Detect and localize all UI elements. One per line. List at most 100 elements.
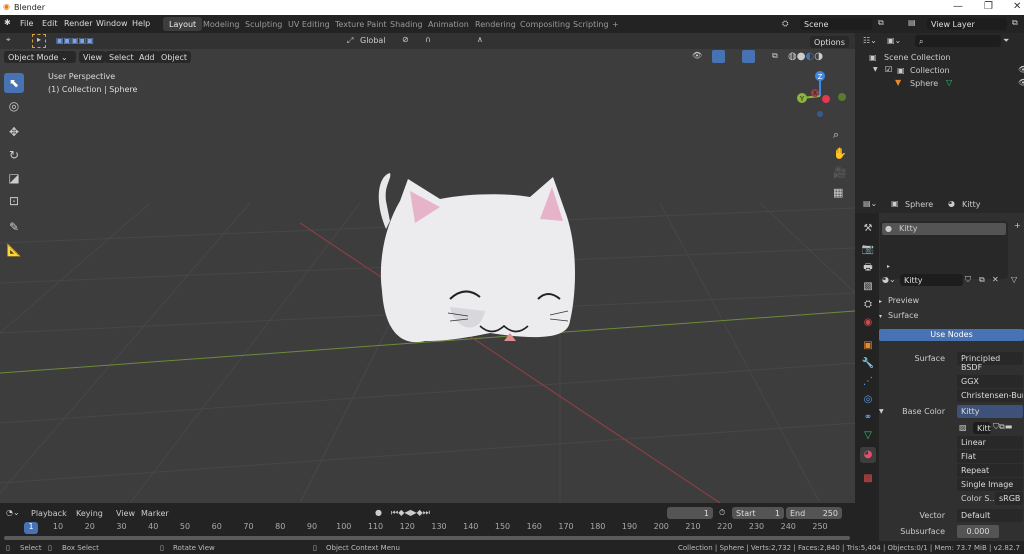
ortho-grid-icon[interactable]: ▦ <box>833 186 843 199</box>
orientation-dropdown[interactable]: Global <box>360 36 386 45</box>
selection-mode-icons[interactable]: ▣▣▣▣▣ <box>56 36 94 45</box>
color-space-dropdown[interactable]: sRGB <box>995 492 1023 505</box>
menu-window[interactable]: Window <box>96 19 128 28</box>
measure-tool-icon[interactable]: 📐 <box>4 240 24 260</box>
physics-tab-icon[interactable]: ◎ <box>860 392 876 408</box>
menu-edit[interactable]: Edit <box>42 19 58 28</box>
playhead[interactable]: 1 <box>24 522 38 534</box>
list-expand-icon[interactable]: ▸ <box>887 263 890 270</box>
zoom-icon[interactable]: ⌕ <box>833 128 839 142</box>
outliner-search-input[interactable]: ⌕ <box>915 35 1001 47</box>
duplicate-material-icon[interactable]: ⧉ <box>979 275 985 285</box>
menu-render[interactable]: Render <box>64 19 92 28</box>
distribution-dropdown[interactable]: GGX <box>957 375 1023 388</box>
link-dropdown-icon[interactable]: ▽ <box>1011 275 1017 284</box>
proportional-edit-icon[interactable]: ∧ <box>477 35 483 44</box>
3d-viewport[interactable]: ⌖ ▸ ▣▣▣▣▣ ⤢ Global ⊘ ∩ ∧ Object Mode ⌄ V… <box>0 33 855 503</box>
vector-input[interactable]: Default <box>957 509 1023 522</box>
scene-field[interactable]: Scene <box>800 18 872 30</box>
menu-keying[interactable]: Keying <box>76 509 103 518</box>
collection-checkbox[interactable]: ☑ <box>885 65 892 74</box>
close-button[interactable]: ✕ <box>1013 1 1021 12</box>
new-scene-icon[interactable]: ⧉ <box>878 18 884 28</box>
annotate-tool-icon[interactable]: ✎ <box>4 217 24 237</box>
mode-dropdown[interactable]: Object Mode ⌄ <box>4 51 76 63</box>
overlay-toggle-icon[interactable] <box>742 50 755 63</box>
collection-label[interactable]: Collection <box>910 66 950 75</box>
unlink-material-icon[interactable]: ✕ <box>992 275 999 284</box>
material-slot-item[interactable]: ● Kitty <box>882 223 1006 235</box>
current-frame-field[interactable]: 1 <box>667 507 713 519</box>
transform-pivot-icon[interactable]: ⌖ <box>6 35 11 45</box>
timeline-editor-icon[interactable]: ◔⌄ <box>6 508 20 517</box>
filter-view-icon[interactable]: ▣⌄ <box>887 36 901 45</box>
blender-menu-icon[interactable]: ✱ <box>4 18 11 27</box>
image-actions-icons[interactable]: ⛉⧉▬ <box>993 422 1012 432</box>
subsurface-value-field[interactable]: 0.000 <box>957 525 999 538</box>
end-frame-field[interactable]: End 250 <box>786 507 842 519</box>
snap-icon[interactable]: ∩ <box>425 35 431 44</box>
xray-icon[interactable]: ⧉ <box>772 51 778 61</box>
playback-controls[interactable]: ⏮◆◀▶◆⏭ <box>391 508 430 518</box>
collection-visibility-icon[interactable]: 👁 <box>1018 65 1024 74</box>
start-frame-field[interactable]: Start 1 <box>732 507 784 519</box>
camera-view-icon[interactable]: 🎥 <box>833 166 847 179</box>
add-workspace-button[interactable]: + <box>606 17 625 31</box>
menu-timeline-view[interactable]: View <box>116 509 135 518</box>
base-color-expand-icon[interactable]: ▼ <box>879 408 884 415</box>
surface-panel-header[interactable]: Surface <box>888 311 918 320</box>
expand-collection-icon[interactable]: ▼ <box>873 66 878 73</box>
minimize-button[interactable]: — <box>953 1 963 12</box>
tab-uv-editing[interactable]: UV Editing <box>282 17 336 31</box>
pivot-point-icon[interactable]: ⊘ <box>402 35 409 44</box>
add-slot-button[interactable]: + <box>1014 221 1021 230</box>
editor-type-icon[interactable]: ▤⌄ <box>863 199 877 208</box>
image-browse-icon[interactable]: ▨ <box>959 423 967 432</box>
menu-marker[interactable]: Marker <box>141 509 169 518</box>
cursor-tool-icon[interactable]: ◎ <box>4 96 24 116</box>
menu-view[interactable]: View <box>79 51 106 63</box>
extension-dropdown[interactable]: Repeat <box>957 464 1023 477</box>
sphere-object-label[interactable]: Sphere <box>910 79 938 88</box>
filter-icon[interactable]: ⏷ <box>1003 36 1009 46</box>
mesh-data-icon[interactable]: ▽ <box>946 78 952 87</box>
gizmo-toggle-icon[interactable] <box>712 50 725 63</box>
surface-shader-dropdown[interactable]: Principled BSDF <box>957 352 1023 372</box>
world-tab-icon[interactable]: ◉ <box>860 315 876 331</box>
scale-tool-icon[interactable]: ◪ <box>4 168 24 188</box>
tab-animation[interactable]: Animation <box>422 17 475 31</box>
menu-file[interactable]: File <box>20 19 33 28</box>
tool-tab-icon[interactable]: ⚒ <box>860 221 876 237</box>
material-tab-icon[interactable]: ◕ <box>860 447 876 463</box>
menu-object[interactable]: Object <box>157 51 192 63</box>
output-tab-icon[interactable]: 🖶 <box>860 260 876 276</box>
timeline-scrollbar[interactable] <box>4 536 850 540</box>
scene-collection-label[interactable]: Scene Collection <box>884 53 951 62</box>
texture-tab-icon[interactable]: ▩ <box>860 471 876 487</box>
source-dropdown[interactable]: Single Image <box>957 478 1023 491</box>
preview-panel-header[interactable]: Preview <box>888 296 919 305</box>
new-view-layer-icon[interactable]: ⧉ <box>1012 18 1018 28</box>
interpolation-dropdown[interactable]: Linear <box>957 436 1023 449</box>
use-nodes-button[interactable]: Use Nodes <box>879 329 1024 341</box>
transform-tool-icon[interactable]: ⊡ <box>4 191 24 211</box>
projection-dropdown[interactable]: Flat <box>957 450 1023 463</box>
object-tab-icon[interactable]: ▣ <box>860 338 876 354</box>
visibility-icon[interactable]: 👁 <box>692 51 702 60</box>
scene-icon[interactable]: ⛭ <box>782 19 788 29</box>
particles-tab-icon[interactable]: ⋰ <box>860 374 876 390</box>
navigation-gizmo[interactable]: Z Y X <box>790 68 850 118</box>
mesh-data-tab-icon[interactable]: ▽ <box>860 428 876 444</box>
scene-tab-icon[interactable]: ⛭ <box>860 297 876 313</box>
menu-help[interactable]: Help <box>132 19 150 28</box>
stopwatch-icon[interactable]: ⏱ <box>719 508 725 518</box>
menu-playback[interactable]: Playback <box>31 509 67 518</box>
kitty-model[interactable] <box>370 171 585 366</box>
view-layer-tab-icon[interactable]: ▧ <box>860 279 876 295</box>
preview-expand-icon[interactable]: ▸ <box>879 298 882 305</box>
render-tab-icon[interactable]: 📷 <box>860 242 876 258</box>
modifier-tab-icon[interactable]: 🔧 <box>860 356 876 372</box>
menu-select[interactable]: Select <box>105 51 138 63</box>
image-name-field[interactable]: Kitt <box>973 422 991 434</box>
shading-mode-icons[interactable]: ◍●◐◑ <box>788 51 823 62</box>
